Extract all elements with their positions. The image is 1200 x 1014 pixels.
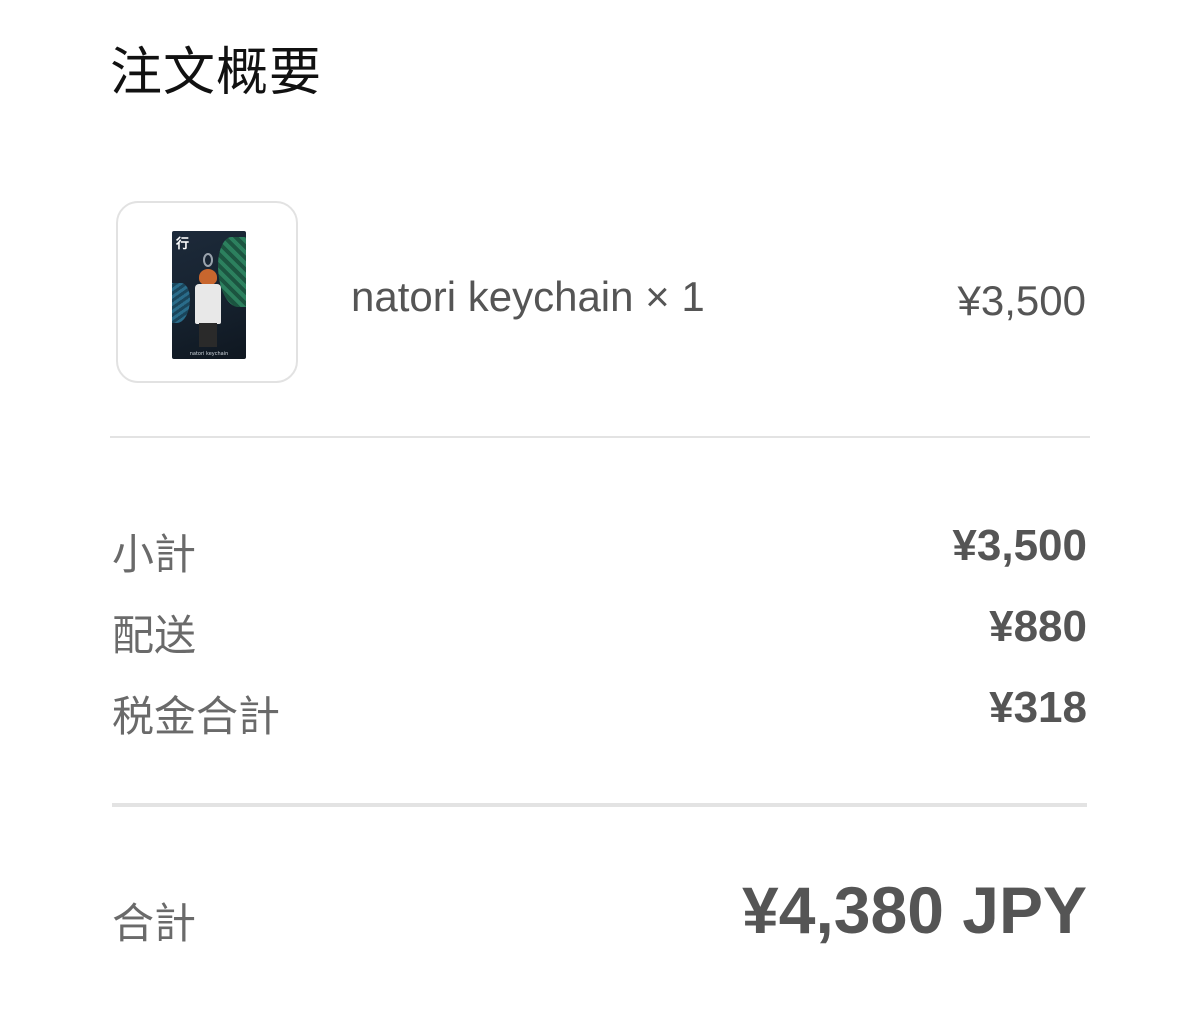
leaf-decoration xyxy=(218,237,246,307)
subtotal-value: ¥3,500 xyxy=(952,521,1087,570)
figure-legs xyxy=(199,323,217,347)
leaf-decoration-secondary xyxy=(172,283,190,323)
item-price: ¥3,500 xyxy=(957,277,1086,324)
divider xyxy=(112,803,1087,807)
total-value: ¥4,380 JPY xyxy=(742,873,1087,947)
figure-body xyxy=(195,284,221,324)
keyring-icon xyxy=(203,253,213,267)
tax-value: ¥318 xyxy=(989,683,1087,732)
tax-label: 税金合計 xyxy=(112,693,281,740)
total-label: 合計 xyxy=(112,900,197,947)
figure-head xyxy=(199,269,217,285)
subtotal-row: 小計 ¥3,500 xyxy=(112,521,1087,581)
product-thumbnail[interactable]: 行 natori keychain xyxy=(116,201,298,383)
tax-row: 税金合計 ¥318 xyxy=(112,683,1087,743)
product-image-caption: natori keychain xyxy=(189,351,229,357)
subtotal-label: 小計 xyxy=(112,531,197,578)
product-image: 行 natori keychain xyxy=(172,231,246,359)
shipping-value: ¥880 xyxy=(989,602,1087,651)
divider xyxy=(110,436,1090,438)
shipping-row: 配送 ¥880 xyxy=(112,602,1087,662)
page-title: 注文概要 xyxy=(110,44,323,102)
line-item: 行 natori keychain natori keychain × 1 ¥3… xyxy=(116,201,1086,386)
shipping-label: 配送 xyxy=(112,612,197,659)
item-name: natori keychain × 1 xyxy=(351,273,705,320)
product-image-label: 行 xyxy=(176,237,190,252)
